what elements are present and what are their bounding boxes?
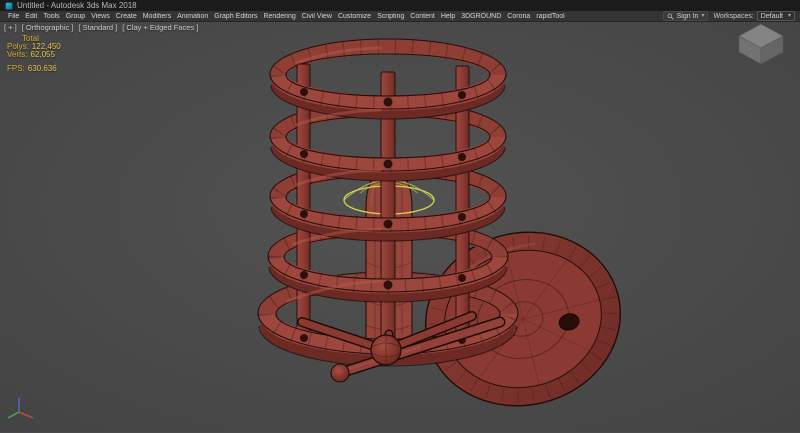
menu-item[interactable]: Group	[63, 13, 88, 20]
3ds-max-app-icon	[5, 1, 13, 10]
workspace-selected: Default	[760, 12, 783, 20]
workspaces-label: Workspaces:	[713, 12, 754, 20]
menubar-right-controls: Sign In ▾ Workspaces: Default ▾	[662, 11, 795, 21]
menu-item[interactable]: Content	[407, 13, 438, 20]
chevron-down-icon: ▾	[787, 13, 791, 19]
menu-item[interactable]: rapidTool	[533, 13, 567, 20]
search-icon	[667, 13, 674, 20]
stats-fps: FPS: 630.636	[7, 64, 57, 73]
chevron-down-icon: ▾	[701, 13, 705, 19]
workspaces-control: Workspaces: Default ▾	[713, 11, 795, 21]
viewport-statistics: Total Polys: 122,450 Verts: 62,055 FPS: 630…	[7, 35, 61, 73]
sign-in-label: Sign In	[676, 12, 699, 20]
menu-item[interactable]: Edit	[22, 13, 40, 20]
menu-item[interactable]: Animation	[174, 13, 211, 20]
menu-item[interactable]: Help	[438, 13, 458, 20]
scene-canvas[interactable]	[0, 22, 800, 432]
app-window: Untitled - Autodesk 3ds Max 2018 File Ed…	[0, 0, 800, 433]
viewport-general-menu[interactable]: [ + ]	[4, 23, 17, 32]
viewport-label-row: [ + ] [ Orthographic ] [ Standard ] [ Cl…	[4, 23, 198, 32]
workspace-dropdown[interactable]: Default ▾	[756, 11, 795, 21]
viewport-pov-label[interactable]: [ Orthographic ]	[22, 23, 74, 32]
menu-item[interactable]: File	[5, 13, 22, 20]
menu-item[interactable]: 3DGROUND	[458, 13, 504, 20]
title-bar: Untitled - Autodesk 3ds Max 2018	[0, 0, 800, 11]
viewport[interactable]: [ + ] [ Orthographic ] [ Standard ] [ Cl…	[0, 22, 800, 433]
menu-item[interactable]: Tools	[40, 13, 62, 20]
menu-item[interactable]: Corona	[504, 13, 533, 20]
window-title: Untitled - Autodesk 3ds Max 2018	[17, 1, 137, 10]
menu-item[interactable]: Scripting	[374, 13, 407, 20]
menu-item[interactable]: Views	[88, 13, 113, 20]
menu-item[interactable]: Graph Editors	[211, 13, 260, 20]
menu-item[interactable]: Customize	[335, 13, 374, 20]
menu-item[interactable]: Create	[113, 13, 140, 20]
menu-bar: File Edit Tools Group Views Create Modif…	[0, 11, 800, 22]
stats-verts: Verts: 62,055	[7, 50, 55, 59]
menu-item[interactable]: Civil View	[299, 13, 335, 20]
menu-items: File Edit Tools Group Views Create Modif…	[5, 13, 568, 20]
viewport-shading-label[interactable]: [ Clay + Edged Faces ]	[122, 23, 198, 32]
menu-item[interactable]: Rendering	[260, 13, 298, 20]
viewport-standard-label[interactable]: [ Standard ]	[78, 23, 117, 32]
sign-in-button[interactable]: Sign In ▾	[662, 11, 709, 21]
menu-item[interactable]: Modifiers	[140, 13, 174, 20]
